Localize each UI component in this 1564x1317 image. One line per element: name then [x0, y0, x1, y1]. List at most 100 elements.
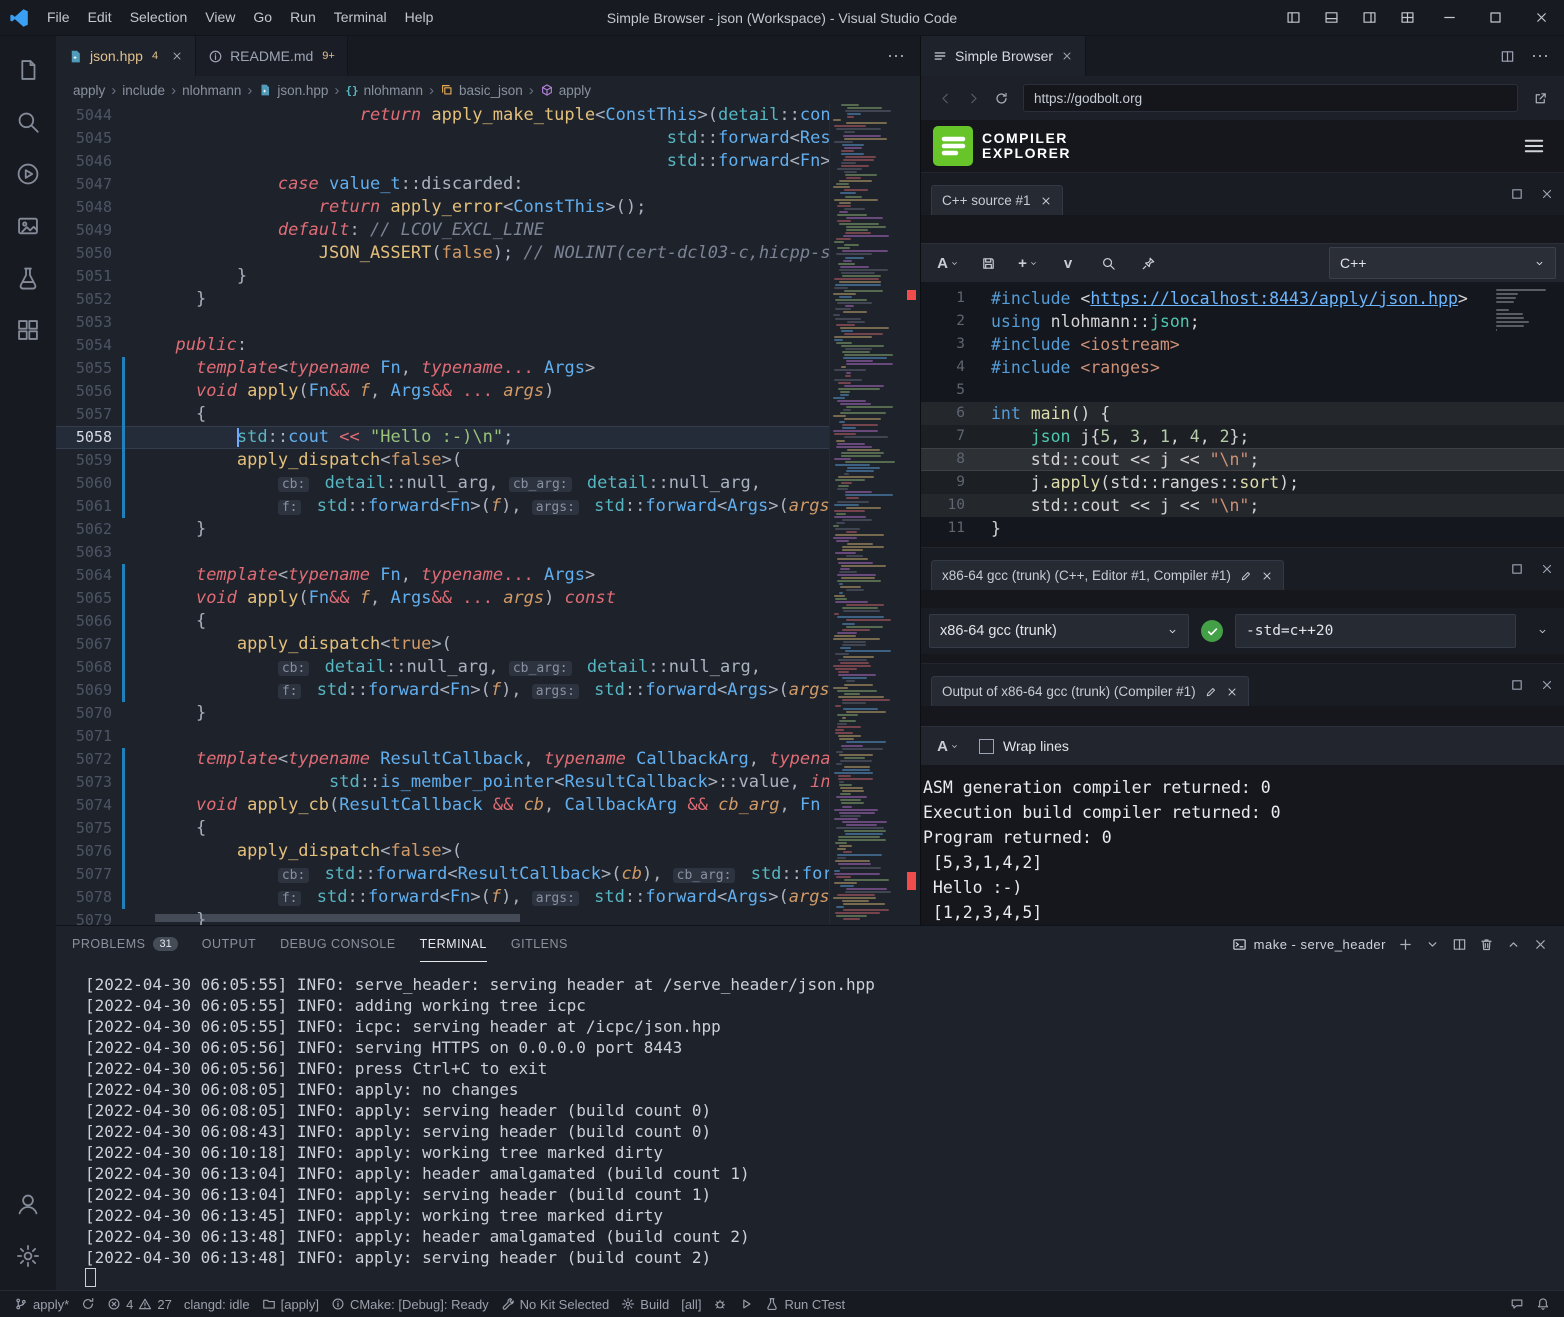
breadcrumb-nlohmann[interactable]: {}nlohmann — [344, 83, 424, 98]
status-notifications[interactable] — [1530, 1297, 1556, 1311]
pane-maximize-icon[interactable] — [1510, 187, 1524, 201]
new-terminal-icon[interactable] — [1398, 937, 1413, 952]
code-line[interactable]: 5061 f: std::forward<Fn>(f), args: std::… — [56, 495, 920, 518]
ce-code-line[interactable]: 7 json j{5, 3, 1, 4, 2}; — [921, 425, 1564, 448]
code-line[interactable]: 5055 template<typename Fn, typename... A… — [56, 357, 920, 380]
customize-layout-icon[interactable] — [1388, 0, 1426, 35]
ce-code-line[interactable]: 3#include <iostream> — [921, 333, 1564, 356]
menu-terminal[interactable]: Terminal — [325, 0, 396, 35]
compiler-explorer-logo[interactable] — [933, 126, 973, 166]
panel-tab-gitlens[interactable]: GITLENS — [511, 926, 568, 962]
code-editor[interactable]: 5044 return apply_make_tuple<ConstThis>(… — [56, 104, 920, 925]
status-problems[interactable]: 427 — [101, 1291, 178, 1317]
pane-close-icon[interactable] — [1540, 678, 1554, 692]
code-line[interactable]: 5060 cb: detail::null_arg, cb_arg: detai… — [56, 472, 920, 495]
code-line[interactable]: 5074 void apply_cb(ResultCallback && cb,… — [56, 794, 920, 817]
breadcrumb-apply[interactable]: apply — [72, 83, 106, 98]
ce-output-tab[interactable]: Output of x86-64 gcc (trunk) (Compiler #… — [931, 676, 1249, 706]
ce-compiler-tab[interactable]: x86-64 gcc (trunk) (C++, Editor #1, Comp… — [931, 560, 1284, 590]
breadcrumb-include[interactable]: include — [121, 83, 166, 98]
ce-source-tab[interactable]: C++ source #1 — [931, 185, 1063, 215]
menu-view[interactable]: View — [196, 0, 244, 35]
code-line[interactable]: 5062 } — [56, 518, 920, 541]
close-panel-icon[interactable] — [1533, 937, 1548, 952]
code-line[interactable]: 5053 — [56, 311, 920, 334]
status-sync[interactable] — [75, 1291, 101, 1317]
hamburger-menu-icon[interactable] — [1522, 134, 1552, 158]
explorer-icon[interactable] — [4, 44, 52, 96]
pane-maximize-icon[interactable] — [1510, 562, 1524, 576]
more-actions-icon[interactable]: ⋯ — [1531, 46, 1550, 67]
status-clangd-status[interactable]: clangd: idle — [178, 1291, 256, 1317]
search-icon[interactable] — [1089, 248, 1127, 278]
edit-title-icon[interactable] — [1205, 686, 1217, 698]
testing-icon[interactable] — [4, 252, 52, 304]
minimize-button[interactable] — [1426, 0, 1472, 35]
breadcrumb-json.hpp[interactable]: json.hpp — [257, 83, 329, 98]
extensions-icon[interactable] — [4, 304, 52, 356]
toggle-sidebar-icon[interactable] — [1274, 0, 1312, 35]
edit-title-icon[interactable] — [1240, 570, 1252, 582]
maximize-button[interactable] — [1472, 0, 1518, 35]
status-cmake-build[interactable]: Build — [615, 1291, 675, 1317]
code-line[interactable]: 5046 std::forward<Fn> — [56, 150, 920, 173]
code-line[interactable]: 5069 f: std::forward<Fn>(f), args: std::… — [56, 679, 920, 702]
ce-code-line[interactable]: 1#include <https://localhost:8443/apply/… — [921, 287, 1564, 310]
vim-toggle-button[interactable]: v — [1049, 248, 1087, 278]
status-ctest[interactable]: Run CTest — [759, 1291, 851, 1317]
panel-tab-terminal[interactable]: TERMINAL — [420, 926, 487, 962]
code-line[interactable]: 5048 return apply_error<ConstThis>(); — [56, 196, 920, 219]
code-line[interactable]: 5056 void apply(Fn&& f, Args&& ... args) — [56, 380, 920, 403]
tab-close-icon[interactable] — [1040, 195, 1052, 207]
code-line[interactable]: 5049 default: // LCOV_EXCL_LINE — [56, 219, 920, 242]
code-line[interactable]: 5044 return apply_make_tuple<ConstThis>(… — [56, 104, 920, 127]
image-preview-icon[interactable] — [4, 200, 52, 252]
ce-source-editor[interactable]: 1#include <https://localhost:8443/apply/… — [921, 282, 1564, 542]
kill-terminal-icon[interactable] — [1479, 937, 1494, 952]
code-line[interactable]: 5059 apply_dispatch<false>( — [56, 449, 920, 472]
back-icon[interactable] — [931, 84, 959, 112]
status-cmake-status[interactable]: CMake: [Debug]: Ready — [325, 1291, 495, 1317]
status-cmake-launch[interactable] — [733, 1291, 759, 1317]
status-cmake-folder[interactable]: [apply] — [256, 1291, 325, 1317]
ce-code-line[interactable]: 4#include <ranges> — [921, 356, 1564, 379]
code-line[interactable]: 5072 template<typename ResultCallback, t… — [56, 748, 920, 771]
toggle-panel-icon[interactable] — [1312, 0, 1350, 35]
close-window-button[interactable] — [1518, 0, 1564, 35]
terminal-output[interactable]: [2022-04-30 06:05:55] INFO: serve_header… — [56, 962, 1564, 1289]
status-cmake-target[interactable]: [all] — [675, 1291, 707, 1317]
editor-actions-more-icon[interactable]: ⋯ — [873, 36, 920, 76]
code-line[interactable]: 5068 cb: detail::null_arg, cb_arg: detai… — [56, 656, 920, 679]
url-bar[interactable]: https://godbolt.org — [1023, 84, 1518, 112]
menu-go[interactable]: Go — [244, 0, 281, 35]
code-line[interactable]: 5063 — [56, 541, 920, 564]
status-feedback[interactable] — [1504, 1297, 1530, 1311]
font-size-button[interactable]: A — [929, 731, 967, 761]
status-cmake-debug[interactable] — [707, 1291, 733, 1317]
code-line[interactable]: 5065 void apply(Fn&& f, Args&& ... args)… — [56, 587, 920, 610]
ce-code-line[interactable]: 5 — [921, 379, 1564, 402]
ce-code-line[interactable]: 10 std::cout << j << "\n"; — [921, 494, 1564, 517]
ce-code-line[interactable]: 2using nlohmann::json; — [921, 310, 1564, 333]
terminal-task[interactable]: make - serve_header — [1232, 937, 1386, 952]
status-cmake-kit[interactable]: No Kit Selected — [495, 1291, 616, 1317]
code-line[interactable]: 5073 std::is_member_pointer<ResultCallba… — [56, 771, 920, 794]
breadcrumb-apply[interactable]: apply — [539, 83, 592, 98]
ce-code-line[interactable]: 6int main() { — [921, 402, 1564, 425]
code-line[interactable]: 5051 } — [56, 265, 920, 288]
ce-code-line[interactable]: 11} — [921, 517, 1564, 540]
language-select[interactable]: C++ — [1329, 247, 1556, 279]
split-editor-icon[interactable] — [1500, 49, 1515, 64]
font-size-button[interactable]: A — [929, 248, 967, 278]
panel-tab-output[interactable]: OUTPUT — [202, 926, 256, 962]
forward-icon[interactable] — [959, 84, 987, 112]
breadcrumb-basic_json[interactable]: basic_json — [439, 83, 524, 98]
code-line[interactable]: 5077 cb: std::forward<ResultCallback>(cb… — [56, 863, 920, 886]
code-line[interactable]: 5076 apply_dispatch<false>( — [56, 840, 920, 863]
accounts-icon[interactable] — [4, 1178, 52, 1230]
compiler-select[interactable]: x86-64 gcc (trunk) — [929, 614, 1189, 648]
maximize-panel-icon[interactable] — [1506, 937, 1521, 952]
code-line[interactable]: 5047 case value_t::discarded: — [56, 173, 920, 196]
menu-run[interactable]: Run — [281, 0, 325, 35]
code-line[interactable]: 5071 — [56, 725, 920, 748]
